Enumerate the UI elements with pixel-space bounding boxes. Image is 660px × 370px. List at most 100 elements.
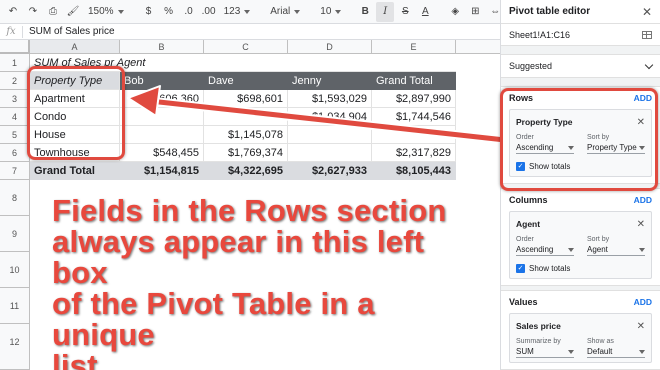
select-range-icon[interactable] xyxy=(642,30,652,39)
row-header-3[interactable]: 3 xyxy=(0,90,30,108)
pivot-cell[interactable]: $1,769,374 xyxy=(204,144,288,162)
column-header-d[interactable]: D xyxy=(288,40,372,54)
paint-format-icon[interactable]: 🖌 xyxy=(64,2,82,22)
chevron-down-icon xyxy=(335,9,342,14)
row-header-11[interactable]: 11 xyxy=(0,288,30,324)
row-header-7[interactable]: 7 xyxy=(0,162,30,180)
decrease-decimal-button[interactable]: .0 xyxy=(180,2,198,22)
remove-field-icon[interactable]: ✕ xyxy=(637,219,645,230)
checkmark-icon[interactable]: ✓ xyxy=(516,263,525,273)
columns-field-title: Agent xyxy=(516,219,541,229)
column-header-f[interactable] xyxy=(456,40,500,54)
pivot-total-cell[interactable]: $2,627,933 xyxy=(288,162,372,180)
increase-decimal-button[interactable]: .00 xyxy=(200,2,218,22)
pivot-header-cell[interactable]: Bob xyxy=(120,72,204,90)
bold-button[interactable]: B xyxy=(356,2,374,22)
pivot-cell[interactable]: $548,455 xyxy=(120,144,204,162)
sort-by-label: Sort by xyxy=(587,236,610,243)
columns-add-button[interactable]: ADD xyxy=(634,195,652,205)
pivot-cell[interactable]: $1,744,546 xyxy=(372,108,456,126)
currency-button[interactable]: $ xyxy=(140,2,158,22)
font-size-value: 10 xyxy=(320,6,332,17)
values-field-card: Sales price ✕ Summarize by SUM Show as D… xyxy=(509,313,652,363)
pivot-cell[interactable] xyxy=(120,126,204,144)
annotation-line: always appear in this left box xyxy=(51,224,425,290)
pivot-cell[interactable] xyxy=(372,126,456,144)
zoom-select[interactable]: 150% xyxy=(84,6,128,17)
more-formats-select[interactable]: 123 xyxy=(220,6,255,17)
pivot-cell[interactable] xyxy=(120,108,204,126)
summarize-by-value: SUM xyxy=(516,347,534,356)
row-header-8[interactable]: 8 xyxy=(0,180,30,216)
italic-button[interactable]: I xyxy=(376,1,395,22)
pivot-total-cell[interactable]: $1,154,815 xyxy=(120,162,204,180)
sort-by-value: Agent xyxy=(587,245,608,254)
borders-icon[interactable]: ⊞ xyxy=(466,2,484,22)
pivot-cell[interactable] xyxy=(288,126,372,144)
summarize-by-select[interactable]: Summarize by SUM xyxy=(516,338,574,358)
row-header-5[interactable]: 5 xyxy=(0,126,30,144)
pivot-total-label[interactable]: Grand Total xyxy=(30,162,120,180)
panel-header: Pivot table editor ✕ xyxy=(501,0,660,24)
strikethrough-button[interactable]: S xyxy=(396,2,414,22)
pivot-header-cell[interactable]: Dave xyxy=(204,72,288,90)
pivot-cell[interactable]: $606,360 xyxy=(120,90,204,108)
chevron-down-icon xyxy=(294,9,301,14)
pivot-cell[interactable]: $1,593,029 xyxy=(288,90,372,108)
chevron-down-icon[interactable] xyxy=(644,60,654,69)
close-icon[interactable]: ✕ xyxy=(642,5,652,19)
pivot-cell[interactable]: $698,601 xyxy=(204,90,288,108)
percent-button[interactable]: % xyxy=(160,2,178,22)
print-icon[interactable]: ⎙ xyxy=(44,2,62,22)
redo-icon[interactable]: ↷ xyxy=(24,2,42,22)
font-select[interactable]: Arial xyxy=(266,6,304,17)
undo-icon[interactable]: ↶ xyxy=(4,2,22,22)
range-value: Sheet1!A1:C16 xyxy=(509,29,571,40)
column-header-c[interactable]: C xyxy=(204,40,288,54)
column-header-e[interactable]: E xyxy=(372,40,456,54)
order-select[interactable]: Order Ascending xyxy=(516,236,574,256)
row-header-9[interactable]: 9 xyxy=(0,216,30,252)
range-field[interactable]: Sheet1!A1:C16 xyxy=(501,24,660,46)
divider xyxy=(22,25,23,38)
row-header-6[interactable]: 6 xyxy=(0,144,30,162)
show-totals-checkbox[interactable]: ✓ Show totals xyxy=(516,262,645,274)
pivot-header-cell[interactable]: Grand Total xyxy=(372,72,456,90)
pivot-cell[interactable] xyxy=(204,108,288,126)
text-color-button[interactable]: A xyxy=(416,2,434,22)
pivot-header-cell[interactable]: Jenny xyxy=(288,72,372,90)
zoom-value: 150% xyxy=(88,6,114,17)
row-header-4[interactable]: 4 xyxy=(0,108,30,126)
row-header-1[interactable]: 1 xyxy=(0,54,30,72)
pivot-cell[interactable]: $2,317,829 xyxy=(372,144,456,162)
chevron-down-icon xyxy=(639,247,645,252)
values-add-button[interactable]: ADD xyxy=(634,297,652,307)
pivot-cell[interactable]: $1,034,904 xyxy=(288,108,372,126)
pivot-total-cell[interactable]: $8,105,443 xyxy=(372,162,456,180)
show-as-label: Show as xyxy=(587,338,614,345)
row-header-10[interactable]: 10 xyxy=(0,252,30,288)
fill-color-icon[interactable]: ◈ xyxy=(446,2,464,22)
show-as-value: Default xyxy=(587,347,613,356)
pivot-total-cell[interactable]: $4,322,695 xyxy=(204,162,288,180)
suggested-section[interactable]: Suggested xyxy=(501,54,660,78)
values-section: Values ADD Sales price ✕ Summarize by SU… xyxy=(501,290,660,370)
column-header-a[interactable]: A xyxy=(30,40,120,54)
pivot-cell[interactable]: $2,897,990 xyxy=(372,90,456,108)
row-header-12[interactable]: 12 xyxy=(0,324,30,370)
select-all-corner[interactable] xyxy=(0,40,30,54)
chevron-down-icon xyxy=(639,349,645,354)
pivot-cell[interactable]: $1,145,078 xyxy=(204,126,288,144)
font-size-select[interactable]: 10 xyxy=(316,6,344,17)
pivot-cell[interactable] xyxy=(288,144,372,162)
column-header-b[interactable]: B xyxy=(120,40,204,54)
chevron-down-icon xyxy=(117,9,124,14)
formula-input[interactable]: SUM of Sales price xyxy=(29,26,115,37)
remove-field-icon[interactable]: ✕ xyxy=(637,321,645,332)
panel-title: Pivot table editor xyxy=(509,6,591,17)
show-as-select[interactable]: Show as Default xyxy=(587,338,645,358)
suggested-label: Suggested xyxy=(509,61,553,71)
row-header-2[interactable]: 2 xyxy=(0,72,30,90)
sort-by-select[interactable]: Sort by Agent xyxy=(587,236,645,256)
values-label: Values xyxy=(509,297,538,307)
